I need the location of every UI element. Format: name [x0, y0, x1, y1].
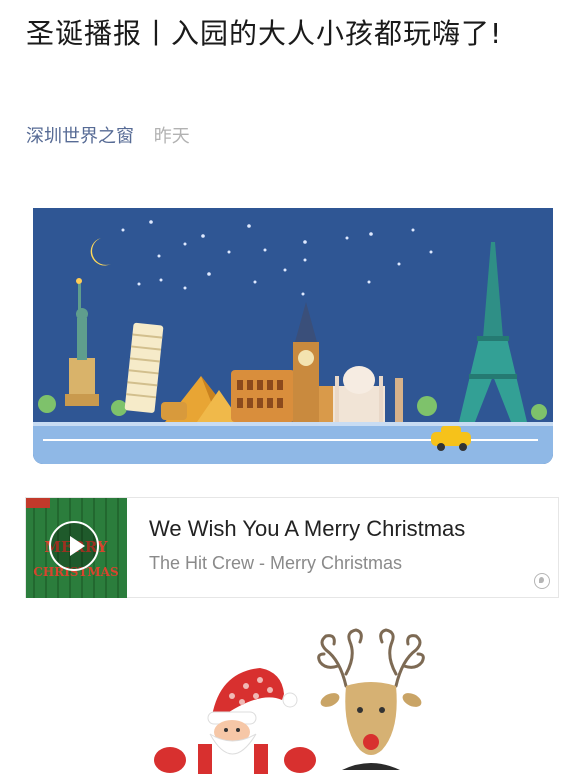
christmas-illustration: [150, 620, 450, 774]
qq-music-icon: [534, 573, 550, 589]
author-link[interactable]: 深圳世界之窗: [26, 126, 134, 147]
album-cover: MERRY CHRISTMAS: [26, 498, 127, 598]
article-title: 圣诞播报丨入园的大人小孩都玩嗨了!: [26, 17, 503, 50]
song-title: We Wish You A Merry Christmas: [149, 516, 466, 541]
santa-and-reindeer-illustration: [154, 628, 425, 774]
music-card[interactable]: MERRY CHRISTMAS We Wish You A Merry Chri…: [25, 497, 559, 598]
banner-image: [33, 208, 553, 464]
article-meta: 深圳世界之窗 昨天: [26, 122, 190, 148]
song-artist: The Hit Crew - Merry Christmas: [149, 553, 403, 573]
world-landmarks-illustration: [33, 208, 553, 464]
play-icon[interactable]: [49, 521, 99, 571]
publish-date: 昨天: [153, 126, 190, 147]
